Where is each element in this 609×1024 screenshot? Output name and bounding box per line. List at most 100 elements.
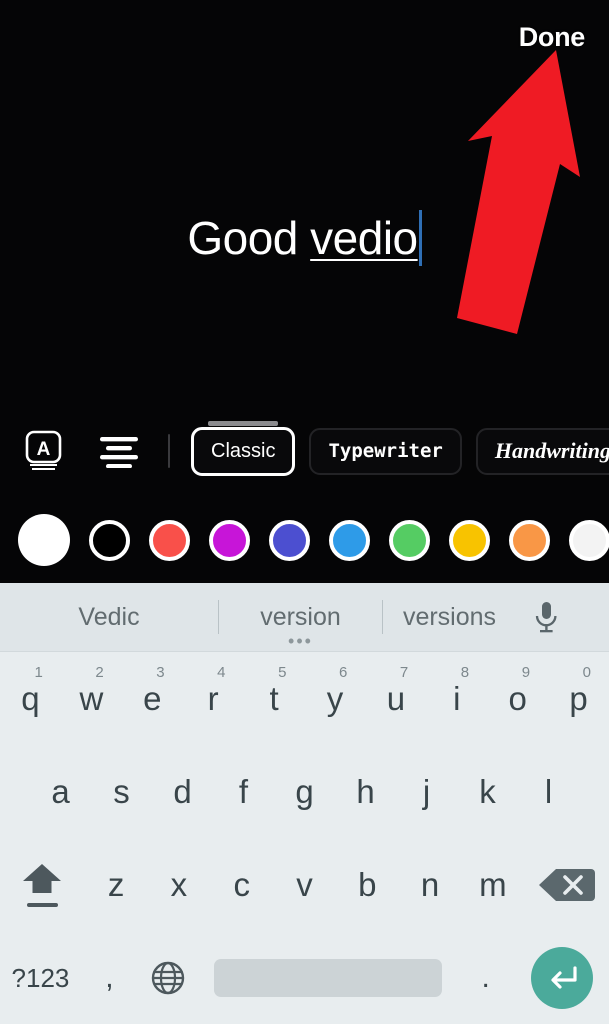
color-swatch-green[interactable] <box>389 519 430 561</box>
key-u[interactable]: 7u <box>365 652 426 745</box>
color-swatch-orange[interactable] <box>509 519 550 561</box>
key-k[interactable]: k <box>457 745 518 838</box>
svg-text:A: A <box>37 439 51 460</box>
font-style-chip-list: Classic Typewriter Handwriting <box>191 420 609 476</box>
key-hint-8: 8 <box>460 664 470 681</box>
key-i[interactable]: 8i <box>426 652 487 745</box>
key-z[interactable]: z <box>85 838 148 931</box>
key-label-r: r <box>207 679 219 717</box>
key-p[interactable]: 0p <box>548 652 609 745</box>
key-m[interactable]: m <box>461 838 524 931</box>
key-x[interactable]: x <box>148 838 211 931</box>
on-screen-keyboard: Vedic version ••• versions 1q 2w 3e 4 r … <box>0 583 609 1024</box>
key-hint-4: 4 <box>217 664 226 681</box>
key-hint-0: 0 <box>582 664 591 681</box>
key-label-t: t <box>269 679 279 717</box>
key-hint-5: 5 <box>278 664 287 681</box>
shift-icon-inner <box>20 862 64 907</box>
key-label-i: i <box>453 679 461 717</box>
align-center-icon[interactable] <box>96 428 142 474</box>
color-swatch-yellow[interactable] <box>449 519 490 561</box>
key-comma[interactable]: , <box>81 932 138 1024</box>
key-j[interactable]: j <box>396 745 457 838</box>
space-key[interactable] <box>198 932 457 1024</box>
key-o[interactable]: 9o <box>487 652 548 745</box>
key-l[interactable]: l <box>518 745 579 838</box>
story-text-misspelled: vedio <box>310 212 418 264</box>
key-q[interactable]: 1q <box>0 652 61 745</box>
key-hint-7: 7 <box>399 664 409 681</box>
key-label-y: y <box>326 679 344 717</box>
color-palette <box>0 505 609 575</box>
suggestion-item-3[interactable]: versions <box>383 583 516 651</box>
microphone-icon[interactable] <box>516 583 576 651</box>
backspace-icon-inner <box>538 863 596 907</box>
symbols-key[interactable]: ?123 <box>0 932 81 1024</box>
key-d[interactable]: d <box>152 745 213 838</box>
key-s[interactable]: s <box>91 745 152 838</box>
done-button[interactable]: Done <box>519 24 586 51</box>
color-swatch-white-2[interactable] <box>569 519 609 561</box>
letter-a-box-icon[interactable]: A <box>22 428 68 474</box>
key-hint-2: 2 <box>95 664 104 681</box>
key-n[interactable]: n <box>399 838 462 931</box>
key-r[interactable]: 4r <box>183 652 244 745</box>
font-chip-classic[interactable]: Classic <box>191 420 296 476</box>
text-style-toolbar: A Classic Typewriter Handwriting <box>0 415 609 487</box>
story-canvas[interactable]: Done Good vedio <box>0 0 609 583</box>
key-label-e: e <box>143 679 162 717</box>
key-w[interactable]: 2w <box>61 652 122 745</box>
key-a[interactable]: a <box>30 745 91 838</box>
key-label-p: p <box>569 679 588 717</box>
color-swatch-magenta[interactable] <box>209 519 250 561</box>
story-text-overlay[interactable]: Good vedio <box>0 207 609 269</box>
shift-locked-underline <box>26 903 58 907</box>
spacebar-surface <box>213 959 442 997</box>
key-label-w: w <box>79 679 104 717</box>
suggestion-item-2-label: version <box>260 602 341 631</box>
font-chip-typewriter[interactable]: Typewriter <box>309 427 462 475</box>
color-swatch-blue[interactable] <box>329 519 370 561</box>
keyboard-row-3: z x c v b n m <box>0 838 609 931</box>
story-text-line[interactable]: Good vedio <box>187 207 422 269</box>
shift-caps-lock-icon[interactable] <box>0 838 85 931</box>
toolbar-divider <box>168 434 170 468</box>
red-up-arrow-icon <box>440 48 609 338</box>
keyboard-row-1: 1q 2w 3e 4r 5t 6y 7u 8i 9o 0p <box>0 652 609 745</box>
backspace-icon[interactable] <box>524 838 609 931</box>
key-t[interactable]: 5t <box>244 652 305 745</box>
key-hint-9: 9 <box>521 664 531 681</box>
suggestion-item-2[interactable]: version ••• <box>219 583 382 651</box>
key-v[interactable]: v <box>273 838 336 931</box>
key-c[interactable]: c <box>210 838 273 931</box>
text-caret <box>418 210 422 266</box>
enter-return-key[interactable] <box>514 932 609 1024</box>
keyboard-row-4: ?123 , . <box>0 931 609 1024</box>
key-y[interactable]: 6y <box>305 652 366 745</box>
keyboard-row-2: a s d f g h j k l <box>0 745 609 838</box>
color-swatch-black[interactable] <box>89 519 130 561</box>
key-label-q: q <box>21 679 40 717</box>
color-swatch-white[interactable] <box>18 514 70 566</box>
key-label-o: o <box>508 679 527 717</box>
key-e[interactable]: 3e <box>122 652 183 745</box>
enter-return-icon <box>530 947 593 1009</box>
key-period[interactable]: . <box>457 932 514 1024</box>
color-swatch-red[interactable] <box>149 519 190 561</box>
suggestion-bar: Vedic version ••• versions <box>0 583 609 652</box>
story-text-prefix: Good <box>187 212 311 264</box>
key-hint-3: 3 <box>156 664 165 681</box>
key-b[interactable]: b <box>336 838 399 931</box>
key-g[interactable]: g <box>274 745 335 838</box>
key-hint-1: 1 <box>34 664 43 681</box>
font-chip-handwriting[interactable]: Handwriting <box>475 427 609 475</box>
key-label-u: u <box>386 679 406 717</box>
story-editor-screen: Done Good vedio A Classic Typewriter Han… <box>0 0 609 1024</box>
language-globe-icon[interactable] <box>138 932 198 1024</box>
key-h[interactable]: h <box>335 745 396 838</box>
key-f[interactable]: f <box>213 745 274 838</box>
color-swatch-indigo[interactable] <box>269 519 310 561</box>
suggestion-item-1[interactable]: Vedic <box>0 583 218 651</box>
key-hint-6: 6 <box>338 664 348 681</box>
suggestion-more-dots[interactable]: ••• <box>219 632 382 650</box>
